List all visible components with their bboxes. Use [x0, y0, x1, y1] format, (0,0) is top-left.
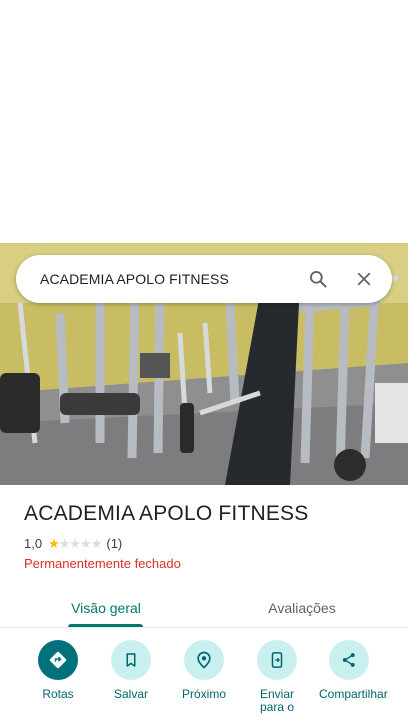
blank-area: [0, 0, 408, 243]
nearby-label: Próximo: [181, 687, 226, 701]
active-tab-indicator: [68, 624, 143, 627]
search-bar[interactable]: ACADEMIA APOLO FITNESS: [16, 255, 392, 303]
star-icon: ★: [58, 536, 71, 551]
save-label: Salvar: [113, 687, 148, 701]
search-icon[interactable]: [298, 259, 338, 299]
rating-row[interactable]: 1,0 ★ ★ ★ ★ ★ (1): [24, 536, 122, 551]
close-icon[interactable]: [344, 259, 384, 299]
action-bar: Rotas Salvar Próximo Enviar para o Compa…: [0, 640, 408, 726]
search-input[interactable]: ACADEMIA APOLO FITNESS: [40, 271, 298, 287]
send-to-phone-icon[interactable]: [257, 640, 297, 680]
share-icon[interactable]: [329, 640, 369, 680]
share-label: Compartilhar: [319, 687, 388, 701]
nearby-button[interactable]: Próximo: [168, 640, 240, 701]
share-button[interactable]: Compartilhar: [313, 640, 388, 701]
directions-icon[interactable]: [38, 640, 78, 680]
directions-label: Rotas: [42, 687, 74, 701]
send-to-phone-button[interactable]: Enviar para o: [241, 640, 313, 714]
directions-button[interactable]: Rotas: [22, 640, 94, 701]
star-icon: ★: [48, 536, 60, 551]
bookmark-icon[interactable]: [111, 640, 151, 680]
star-icon: ★: [69, 536, 81, 551]
rating-value: 1,0: [24, 536, 43, 551]
review-count[interactable]: (1): [106, 536, 122, 551]
tab-reviews[interactable]: Avaliações: [230, 587, 374, 628]
tab-bar: Visão geral Avaliações: [0, 587, 408, 628]
status-badge: Permanentemente fechado: [24, 556, 181, 571]
tab-overview[interactable]: Visão geral: [34, 587, 178, 628]
star-rating: ★ ★ ★ ★ ★: [48, 536, 103, 551]
send-to-phone-label: Enviar para o: [259, 687, 295, 714]
star-icon: ★: [90, 536, 103, 551]
star-icon: ★: [80, 536, 92, 551]
save-button[interactable]: Salvar: [95, 640, 167, 701]
nearby-icon[interactable]: [184, 640, 224, 680]
place-title: ACADEMIA APOLO FITNESS: [24, 502, 309, 525]
